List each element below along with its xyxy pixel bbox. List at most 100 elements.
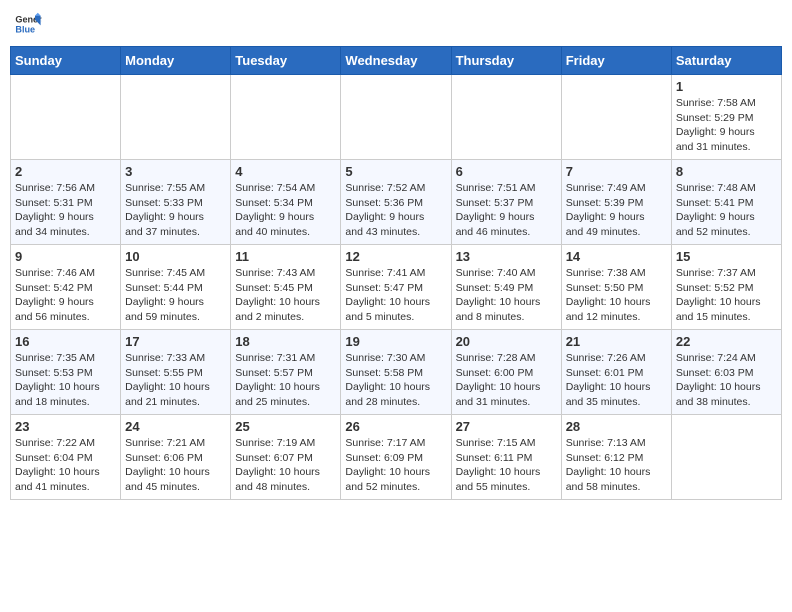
calendar-week: 2 Sunrise: 7:56 AM Sunset: 5:31 PM Daylig… [11,160,782,245]
day-number: 20 [456,334,557,349]
day-number: 26 [345,419,446,434]
calendar-cell: 4 Sunrise: 7:54 AM Sunset: 5:34 PM Daylig… [231,160,341,245]
calendar-week: 16 Sunrise: 7:35 AM Sunset: 5:53 PM Dayli… [11,330,782,415]
calendar-cell: 2 Sunrise: 7:56 AM Sunset: 5:31 PM Daylig… [11,160,121,245]
calendar-cell [341,75,451,160]
calendar: SundayMondayTuesdayWednesdayThursdayFrid… [10,46,782,500]
weekday-header: Saturday [671,47,781,75]
day-info: Sunrise: 7:51 AM Sunset: 5:37 PM Dayligh… [456,181,557,240]
calendar-week: 23 Sunrise: 7:22 AM Sunset: 6:04 PM Dayli… [11,415,782,500]
calendar-cell: 12 Sunrise: 7:41 AM Sunset: 5:47 PM Dayli… [341,245,451,330]
calendar-cell: 22 Sunrise: 7:24 AM Sunset: 6:03 PM Dayli… [671,330,781,415]
day-number: 17 [125,334,226,349]
day-info: Sunrise: 7:52 AM Sunset: 5:36 PM Dayligh… [345,181,446,240]
day-number: 24 [125,419,226,434]
day-number: 11 [235,249,336,264]
day-number: 10 [125,249,226,264]
calendar-cell [451,75,561,160]
calendar-cell: 11 Sunrise: 7:43 AM Sunset: 5:45 PM Dayli… [231,245,341,330]
day-number: 18 [235,334,336,349]
calendar-cell: 19 Sunrise: 7:30 AM Sunset: 5:58 PM Dayli… [341,330,451,415]
calendar-week: 9Sunrise: 7:46 AM Sunset: 5:42 PM Daylig… [11,245,782,330]
calendar-cell: 5 Sunrise: 7:52 AM Sunset: 5:36 PM Daylig… [341,160,451,245]
day-number: 25 [235,419,336,434]
calendar-cell [671,415,781,500]
day-info: Sunrise: 7:55 AM Sunset: 5:33 PM Dayligh… [125,181,226,240]
logo: General Blue [14,10,44,38]
calendar-cell: 1 Sunrise: 7:58 AM Sunset: 5:29 PM Daylig… [671,75,781,160]
day-info: Sunrise: 7:13 AM Sunset: 6:12 PM Dayligh… [566,436,667,495]
day-info: Sunrise: 7:38 AM Sunset: 5:50 PM Dayligh… [566,266,667,325]
day-number: 8 [676,164,777,179]
day-info: Sunrise: 7:17 AM Sunset: 6:09 PM Dayligh… [345,436,446,495]
calendar-cell: 13 Sunrise: 7:40 AM Sunset: 5:49 PM Dayli… [451,245,561,330]
day-number: 21 [566,334,667,349]
svg-text:Blue: Blue [15,24,35,34]
weekday-header: Friday [561,47,671,75]
calendar-cell: 28 Sunrise: 7:13 AM Sunset: 6:12 PM Dayli… [561,415,671,500]
day-info: Sunrise: 7:49 AM Sunset: 5:39 PM Dayligh… [566,181,667,240]
day-info: Sunrise: 7:45 AM Sunset: 5:44 PM Dayligh… [125,266,226,325]
day-info: Sunrise: 7:28 AM Sunset: 6:00 PM Dayligh… [456,351,557,410]
day-info: Sunrise: 7:15 AM Sunset: 6:11 PM Dayligh… [456,436,557,495]
calendar-cell: 23 Sunrise: 7:22 AM Sunset: 6:04 PM Dayli… [11,415,121,500]
day-info: Sunrise: 7:56 AM Sunset: 5:31 PM Dayligh… [15,181,116,240]
day-number: 27 [456,419,557,434]
day-number: 5 [345,164,446,179]
day-info: Sunrise: 7:40 AM Sunset: 5:49 PM Dayligh… [456,266,557,325]
calendar-cell: 27 Sunrise: 7:15 AM Sunset: 6:11 PM Dayli… [451,415,561,500]
page-header: General Blue [10,10,782,38]
day-info: Sunrise: 7:31 AM Sunset: 5:57 PM Dayligh… [235,351,336,410]
calendar-cell: 25 Sunrise: 7:19 AM Sunset: 6:07 PM Dayli… [231,415,341,500]
calendar-cell: 26 Sunrise: 7:17 AM Sunset: 6:09 PM Dayli… [341,415,451,500]
day-info: Sunrise: 7:30 AM Sunset: 5:58 PM Dayligh… [345,351,446,410]
calendar-cell: 10 Sunrise: 7:45 AM Sunset: 5:44 PM Dayli… [121,245,231,330]
day-info: Sunrise: 7:43 AM Sunset: 5:45 PM Dayligh… [235,266,336,325]
day-info: Sunrise: 7:22 AM Sunset: 6:04 PM Dayligh… [15,436,116,495]
calendar-cell: 14 Sunrise: 7:38 AM Sunset: 5:50 PM Dayli… [561,245,671,330]
calendar-cell: 16 Sunrise: 7:35 AM Sunset: 5:53 PM Dayli… [11,330,121,415]
day-number: 12 [345,249,446,264]
day-info: Sunrise: 7:24 AM Sunset: 6:03 PM Dayligh… [676,351,777,410]
weekday-header: Sunday [11,47,121,75]
day-info: Sunrise: 7:21 AM Sunset: 6:06 PM Dayligh… [125,436,226,495]
calendar-cell: 7 Sunrise: 7:49 AM Sunset: 5:39 PM Daylig… [561,160,671,245]
day-number: 3 [125,164,226,179]
weekday-header: Thursday [451,47,561,75]
calendar-header: SundayMondayTuesdayWednesdayThursdayFrid… [11,47,782,75]
day-info: Sunrise: 7:58 AM Sunset: 5:29 PM Dayligh… [676,96,777,155]
calendar-cell: 9Sunrise: 7:46 AM Sunset: 5:42 PM Daylig… [11,245,121,330]
day-number: 22 [676,334,777,349]
day-number: 15 [676,249,777,264]
day-info: Sunrise: 7:33 AM Sunset: 5:55 PM Dayligh… [125,351,226,410]
calendar-cell [121,75,231,160]
day-number: 28 [566,419,667,434]
day-info: Sunrise: 7:54 AM Sunset: 5:34 PM Dayligh… [235,181,336,240]
day-number: 2 [15,164,116,179]
day-number: 23 [15,419,116,434]
day-info: Sunrise: 7:19 AM Sunset: 6:07 PM Dayligh… [235,436,336,495]
calendar-cell [561,75,671,160]
weekday-header: Monday [121,47,231,75]
calendar-cell: 21Sunrise: 7:26 AM Sunset: 6:01 PM Dayli… [561,330,671,415]
logo-icon: General Blue [14,10,42,38]
day-info: Sunrise: 7:48 AM Sunset: 5:41 PM Dayligh… [676,181,777,240]
day-info: Sunrise: 7:41 AM Sunset: 5:47 PM Dayligh… [345,266,446,325]
calendar-cell: 20 Sunrise: 7:28 AM Sunset: 6:00 PM Dayli… [451,330,561,415]
day-number: 16 [15,334,116,349]
calendar-cell: 17 Sunrise: 7:33 AM Sunset: 5:55 PM Dayli… [121,330,231,415]
day-info: Sunrise: 7:35 AM Sunset: 5:53 PM Dayligh… [15,351,116,410]
day-number: 4 [235,164,336,179]
day-number: 1 [676,79,777,94]
calendar-cell: 15 Sunrise: 7:37 AM Sunset: 5:52 PM Dayli… [671,245,781,330]
day-info: Sunrise: 7:46 AM Sunset: 5:42 PM Dayligh… [15,266,116,325]
day-number: 14 [566,249,667,264]
weekday-header: Wednesday [341,47,451,75]
calendar-cell: 6Sunrise: 7:51 AM Sunset: 5:37 PM Daylig… [451,160,561,245]
day-number: 7 [566,164,667,179]
day-number: 13 [456,249,557,264]
day-number: 19 [345,334,446,349]
day-info: Sunrise: 7:37 AM Sunset: 5:52 PM Dayligh… [676,266,777,325]
calendar-week: 1 Sunrise: 7:58 AM Sunset: 5:29 PM Daylig… [11,75,782,160]
calendar-cell: 3 Sunrise: 7:55 AM Sunset: 5:33 PM Daylig… [121,160,231,245]
